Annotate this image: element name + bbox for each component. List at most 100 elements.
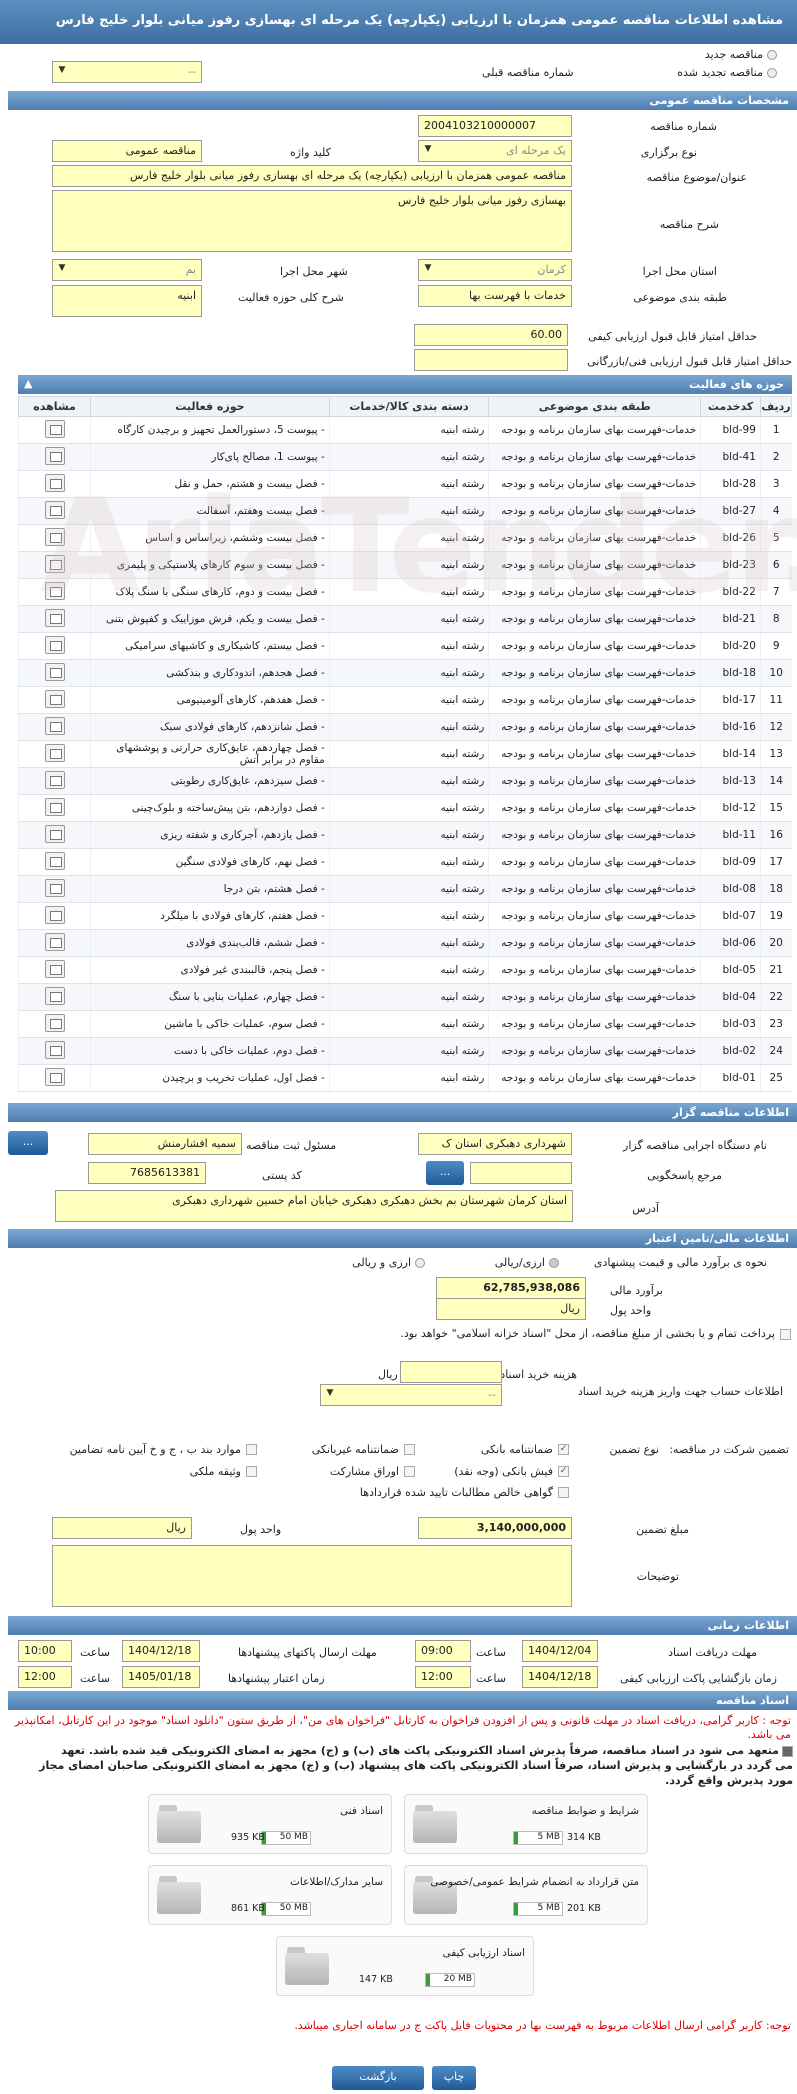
province-select[interactable]: ▼ کرمان <box>418 259 572 281</box>
view-details-icon[interactable] <box>44 851 65 870</box>
treasury-checkbox[interactable] <box>780 1329 791 1340</box>
print-button[interactable]: چاپ <box>432 2066 476 2090</box>
bank-receipt-checkbox[interactable]: ✓ <box>558 1466 569 1477</box>
view-details-icon[interactable] <box>44 1040 65 1059</box>
table-row: 2 bld-41 خدمات-فهرست بهای سازمان برنامه و … <box>17 443 792 471</box>
view-details-icon[interactable] <box>44 770 65 789</box>
prev-tender-select[interactable]: ▼ -- <box>52 61 202 83</box>
view-details-icon[interactable] <box>44 527 65 546</box>
tender-number-field[interactable]: 2004103210000007 <box>418 115 572 137</box>
min-quality-label: حداقل امتیاز قابل قبول ارزیابی کیفی <box>588 330 757 343</box>
org-field[interactable]: شهرداری دهبکری استان ک <box>418 1133 572 1155</box>
file-quality[interactable]: اسناد ارزیابی کیفی 20 MB 147 KB <box>276 1936 534 1996</box>
view-details-icon[interactable] <box>44 446 65 465</box>
notes-field[interactable] <box>52 1545 572 1607</box>
service-code: bld-03 <box>700 1010 761 1038</box>
officer-more-button[interactable]: ... <box>8 1131 48 1155</box>
category-cell: خدمات-فهرست بهای سازمان برنامه و بودجه <box>488 497 701 525</box>
view-details-icon[interactable] <box>44 932 65 951</box>
back-button[interactable]: بازگشت <box>332 2066 424 2090</box>
opening-date-field[interactable]: 1404/12/18 <box>522 1666 598 1688</box>
view-details-icon[interactable] <box>44 905 65 924</box>
view-details-icon[interactable] <box>44 1067 65 1086</box>
property-checkbox[interactable] <box>246 1466 257 1477</box>
send-time-label: ساعت <box>80 1646 110 1659</box>
opening-time-field[interactable]: 12:00 <box>415 1666 471 1688</box>
city-select[interactable]: ▼ بم <box>52 259 202 281</box>
account-select[interactable]: ▼ -- <box>320 1384 502 1406</box>
view-details-icon[interactable] <box>44 635 65 654</box>
ref-label: مرجع پاسخگویی <box>647 1169 722 1182</box>
view-details-icon[interactable] <box>44 743 65 762</box>
description-field[interactable]: بهسازی رفوز میانی بلوار خلیج فارس <box>52 190 572 252</box>
send-time-field[interactable]: 10:00 <box>18 1640 72 1662</box>
view-details-icon[interactable] <box>44 824 65 843</box>
view-details-icon[interactable] <box>44 500 65 519</box>
clauses-checkbox[interactable] <box>246 1444 257 1455</box>
address-field[interactable]: استان کرمان شهرستان بم بخش دهبکری دهبکری… <box>55 1190 573 1222</box>
guarantee-amount-field[interactable]: 3,140,000,000 <box>418 1517 572 1539</box>
holding-type-select[interactable]: ▼ یک مرحله ای <box>418 140 572 162</box>
view-details-icon[interactable] <box>44 554 65 573</box>
view-details-icon[interactable] <box>44 608 65 627</box>
category-field[interactable]: خدمات با فهرست بها <box>418 285 572 307</box>
currency-rial-radio[interactable] <box>549 1258 559 1268</box>
bank-guarantee-checkbox[interactable]: ✓ <box>558 1444 569 1455</box>
view-details-icon[interactable] <box>44 419 65 438</box>
partnership-checkbox[interactable] <box>404 1466 415 1477</box>
estimate-amount-field[interactable]: 62,785,938,086 <box>436 1277 586 1299</box>
view-details-icon[interactable] <box>44 986 65 1005</box>
province-label: استان محل اجرا <box>642 265 717 278</box>
file-conditions[interactable]: شرایط و ضوابط مناقصه 5 MB 314 KB <box>404 1794 648 1854</box>
receive-time-field[interactable]: 09:00 <box>415 1640 471 1662</box>
claims-checkbox[interactable] <box>558 1487 569 1498</box>
view-details-icon[interactable] <box>44 1013 65 1032</box>
file-contract[interactable]: متن قرارداد به انضمام شرایط عمومی/خصوصی … <box>404 1865 648 1925</box>
validity-time-field[interactable]: 12:00 <box>18 1666 72 1688</box>
currency-and-rial-label: ارزی و ریالی <box>352 1256 411 1269</box>
doc-fee-field[interactable] <box>400 1361 502 1383</box>
view-details-icon[interactable] <box>44 689 65 708</box>
collapse-icon[interactable]: ▲ <box>24 377 32 390</box>
file-other[interactable]: سایر مدارک/اطلاعات 50 MB 861 KB <box>148 1865 392 1925</box>
currency-and-rial-radio[interactable] <box>415 1258 425 1268</box>
subject-field[interactable]: مناقصه عمومی همزمان با ارزیابی (یکپارچه)… <box>52 165 572 187</box>
currency-field[interactable]: ریال <box>436 1298 586 1320</box>
renewed-tender-radio[interactable] <box>767 68 777 78</box>
view-cell <box>17 713 91 741</box>
prev-tender-label: شماره مناقصه قبلی <box>482 66 574 79</box>
ref-more-button[interactable]: ... <box>426 1161 464 1185</box>
view-details-icon[interactable] <box>44 959 65 978</box>
officer-field[interactable]: سمیه افشارمنش <box>88 1133 242 1155</box>
view-cell <box>17 686 91 714</box>
min-tech-field[interactable] <box>414 349 568 371</box>
table-row: 22 bld-04 خدمات-فهرست بهای سازمان برنامه و… <box>17 983 792 1011</box>
folder-icon <box>413 1803 457 1843</box>
currency-rial-label: ارزی/ریالی <box>494 1256 545 1269</box>
guarantee-unit-field[interactable]: ریال <box>52 1517 192 1539</box>
view-details-icon[interactable] <box>44 716 65 735</box>
goods-cell: رشته ابنیه <box>328 443 489 471</box>
send-date-field[interactable]: 1404/12/18 <box>122 1640 200 1662</box>
scope-cell: - فصل سیزدهم، عایق‌کاری رطوبتی <box>90 767 330 795</box>
validity-date-field[interactable]: 1405/01/18 <box>122 1666 200 1688</box>
goods-cell: رشته ابنیه <box>328 524 489 552</box>
receive-date-field[interactable]: 1404/12/04 <box>522 1640 598 1662</box>
new-tender-radio[interactable] <box>767 50 777 60</box>
postal-field[interactable]: 7685613381 <box>88 1162 206 1184</box>
commit-checkbox[interactable] <box>782 1746 793 1757</box>
nonbank-guarantee-checkbox[interactable] <box>404 1444 415 1455</box>
keyword-field[interactable]: مناقصه عمومی <box>52 140 202 162</box>
scope-cell: - فصل بیست وهفتم، آسفالت <box>90 497 330 525</box>
scope-field[interactable]: ابنیه <box>52 285 202 317</box>
view-details-icon[interactable] <box>44 473 65 492</box>
view-details-icon[interactable] <box>44 581 65 600</box>
view-details-icon[interactable] <box>44 878 65 897</box>
service-code: bld-99 <box>700 416 761 444</box>
view-details-icon[interactable] <box>44 662 65 681</box>
file-technical[interactable]: اسناد فنی 50 MB 935 KB <box>148 1794 392 1854</box>
min-quality-field[interactable]: 60.00 <box>414 324 568 346</box>
ref-field[interactable] <box>470 1162 572 1184</box>
scope-cell: - فصل اول، عملیات تخریب و برچیدن <box>90 1064 330 1092</box>
view-details-icon[interactable] <box>44 797 65 816</box>
